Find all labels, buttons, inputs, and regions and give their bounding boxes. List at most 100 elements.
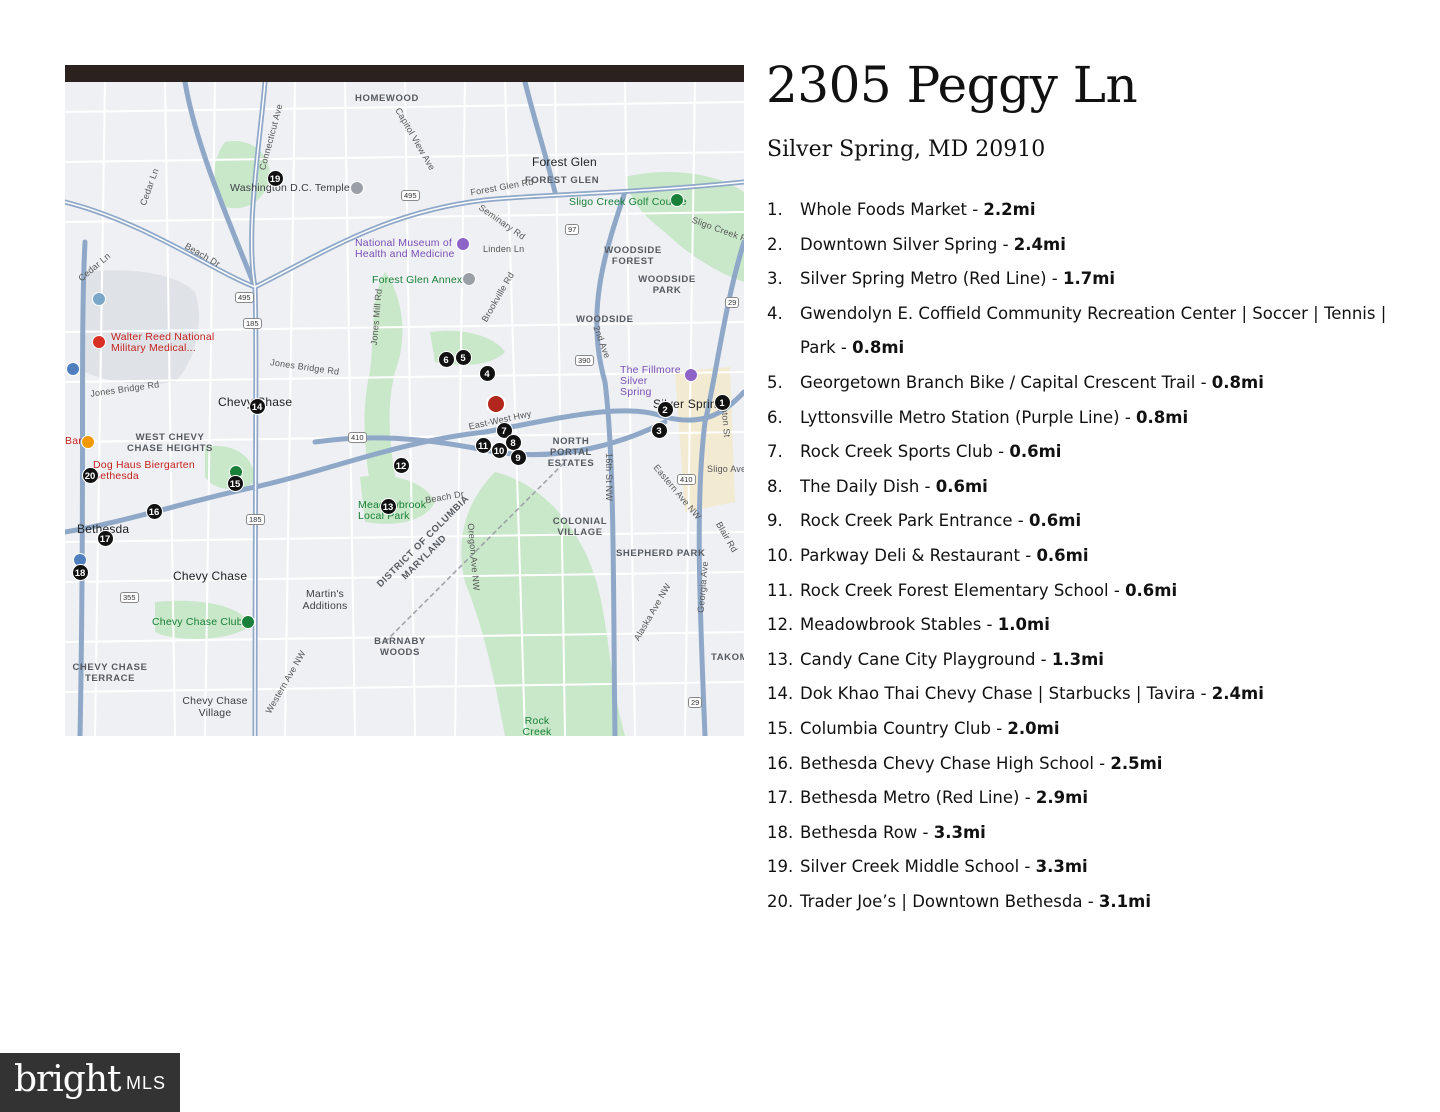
shield-i495: 495 — [401, 190, 420, 201]
list-item-name: Whole Foods Market - — [800, 200, 984, 219]
logo-brand-text: bright — [14, 1059, 121, 1100]
list-item-distance: 2.0mi — [1007, 718, 1060, 738]
list-item-name: The Daily Dish - — [800, 476, 936, 496]
neighborhood-map[interactable]: HOMEWOOD Forest Glen FOREST GLEN WOODSID… — [65, 65, 744, 736]
cc-club-poi-icon[interactable] — [241, 615, 255, 629]
label-temple: Washington D.C. Temple — [230, 182, 350, 194]
list-item: 2. Downtown Silver Spring - 2.4mi — [767, 228, 1387, 263]
list-item-number: 11. — [767, 580, 794, 600]
label-rock-creek-park: Rock Creek Park — [522, 715, 552, 737]
shield-29: 29 — [725, 297, 740, 308]
list-item-name: Downtown Silver Spring - — [800, 234, 1014, 254]
list-item-distance: 0.6mi — [935, 476, 988, 496]
list-item-number: 14. — [767, 684, 794, 704]
map-marker-5[interactable]: 5 — [454, 348, 472, 366]
list-item-number: 1. — [767, 200, 783, 219]
map-marker-4[interactable]: 4 — [478, 364, 496, 382]
list-item: 6. Lyttonsville Metro Station (Purple Lin… — [767, 401, 1387, 436]
label-barnaby-woods: BARNABY WOODS — [374, 636, 426, 658]
theater-poi-icon[interactable] — [684, 368, 698, 382]
list-item-distance: 0.8mi — [1211, 372, 1264, 392]
medical-metro-poi-icon[interactable] — [66, 362, 80, 376]
property-address: 2305 Peggy Ln — [766, 56, 1138, 114]
list-item-number: 7. — [767, 442, 783, 462]
label-linden-ln: Linden Ln — [483, 244, 525, 254]
bar-poi-icon[interactable] — [81, 435, 95, 449]
list-item-number: 8. — [767, 476, 783, 496]
label-homewood: HOMEWOOD — [355, 93, 419, 104]
list-item-distance: 0.6mi — [1009, 442, 1062, 462]
map-marker-1[interactable]: 1 — [713, 393, 731, 411]
map-marker-13[interactable]: 13 — [379, 497, 397, 515]
list-item-distance: 0.6mi — [1029, 511, 1082, 531]
list-item: 3. Silver Spring Metro (Red Line) - 1.7mi — [767, 262, 1387, 297]
list-item: 12. Meadowbrook Stables - 1.0mi — [767, 608, 1387, 643]
hospital-poi-icon[interactable] — [92, 335, 106, 349]
list-item: 11. Rock Creek Forest Elementary School -… — [767, 574, 1387, 609]
map-canvas[interactable]: HOMEWOOD Forest Glen FOREST GLEN WOODSID… — [65, 82, 744, 736]
list-item: 7. Rock Creek Sports Club - 0.6mi — [767, 435, 1387, 470]
list-item: 10. Parkway Deli & Restaurant - 0.6mi — [767, 539, 1387, 574]
list-item-number: 16. — [767, 753, 794, 773]
list-item-distance: 1.3mi — [1051, 649, 1104, 669]
list-item-name: Silver Creek Middle School - — [800, 857, 1036, 877]
list-item-number: 6. — [767, 407, 783, 427]
map-marker-10[interactable]: 10 — [490, 441, 508, 459]
temple-poi-icon[interactable] — [350, 181, 364, 195]
list-item-distance: 1.7mi — [1063, 269, 1116, 289]
map-marker-15[interactable]: 15 — [226, 474, 244, 492]
label-martins-additions: Martin's Additions — [302, 588, 348, 612]
map-marker-12[interactable]: 12 — [392, 456, 410, 474]
label-chevy-chase: Chevy Chase — [173, 569, 248, 583]
shield-185-south: 185 — [246, 514, 265, 525]
label-sligo-ave: Sligo Ave — [707, 464, 744, 474]
list-item: 20. Trader Joe’s | Downtown Bethesda - 3.… — [767, 885, 1387, 920]
map-marker-11[interactable]: 11 — [474, 436, 492, 454]
list-item: 1. Whole Foods Market - 2.2mi — [767, 193, 1387, 228]
list-item-number: 20. — [767, 891, 794, 911]
list-item-number: 17. — [767, 788, 794, 808]
list-item-number: 19. — [767, 857, 794, 877]
list-item-name: Dok Khao Thai Chevy Chase | Starbucks | … — [800, 684, 1212, 704]
list-item-distance: 0.6mi — [1125, 580, 1178, 600]
list-item-name: Rock Creek Sports Club - — [800, 442, 1010, 462]
list-item: 19. Silver Creek Middle School - 3.3mi — [767, 850, 1387, 885]
list-item-distance: 2.5mi — [1110, 753, 1163, 773]
map-marker-9[interactable]: 9 — [509, 448, 527, 466]
list-item-distance: 2.2mi — [983, 200, 1036, 219]
list-item-name: Rock Creek Forest Elementary School - — [800, 580, 1126, 600]
place-poi-icon[interactable] — [92, 292, 106, 306]
map-marker-14[interactable]: 14 — [248, 397, 266, 415]
map-marker-16[interactable]: 16 — [145, 502, 163, 520]
label-fillmore: The Fillmore Silver Spring — [620, 364, 681, 398]
list-item: 18. Bethesda Row - 3.3mi — [767, 816, 1387, 851]
list-item-name: Rock Creek Park Entrance - — [800, 511, 1030, 531]
label-west-chevy-chase-heights: WEST CHEVY CHASE HEIGHTS — [127, 432, 213, 454]
list-item-distance: 3.3mi — [1035, 857, 1088, 877]
label-forest-glen-caps: FOREST GLEN — [525, 175, 600, 186]
label-chevy-chase-village: Chevy Chase Village — [182, 695, 248, 719]
label-woodside-park: WOODSIDE PARK — [638, 274, 696, 296]
annex-poi-icon[interactable] — [462, 272, 476, 286]
map-marker-3[interactable]: 3 — [650, 421, 668, 439]
list-item-number: 18. — [767, 822, 794, 842]
label-colonial-village: COLONIAL VILLAGE — [552, 516, 608, 538]
museum-poi-icon[interactable] — [456, 237, 470, 251]
map-marker-2[interactable]: 2 — [656, 400, 674, 418]
label-dog-haus: Dog Haus Biergarten Bethesda — [93, 459, 195, 482]
list-item-name: Columbia Country Club - — [800, 718, 1008, 738]
list-item-distance: 3.1mi — [1098, 891, 1151, 911]
list-item-distance: 1.0mi — [997, 615, 1050, 635]
map-marker-19[interactable]: 19 — [266, 169, 284, 187]
golf-poi-icon[interactable] — [670, 193, 684, 207]
map-marker-18[interactable]: 18 — [71, 563, 89, 581]
map-marker-17[interactable]: 17 — [96, 529, 114, 547]
home-marker-icon[interactable] — [486, 394, 506, 414]
map-marker-6[interactable]: 6 — [437, 350, 455, 368]
list-item-name: Parkway Deli & Restaurant - — [800, 545, 1037, 565]
label-woodside: WOODSIDE — [576, 314, 634, 325]
map-marker-20[interactable]: 20 — [81, 466, 99, 484]
list-item-number: 10. — [767, 545, 794, 565]
list-item-number: 5. — [767, 372, 783, 392]
list-item-name: Georgetown Branch Bike / Capital Crescen… — [800, 372, 1212, 392]
